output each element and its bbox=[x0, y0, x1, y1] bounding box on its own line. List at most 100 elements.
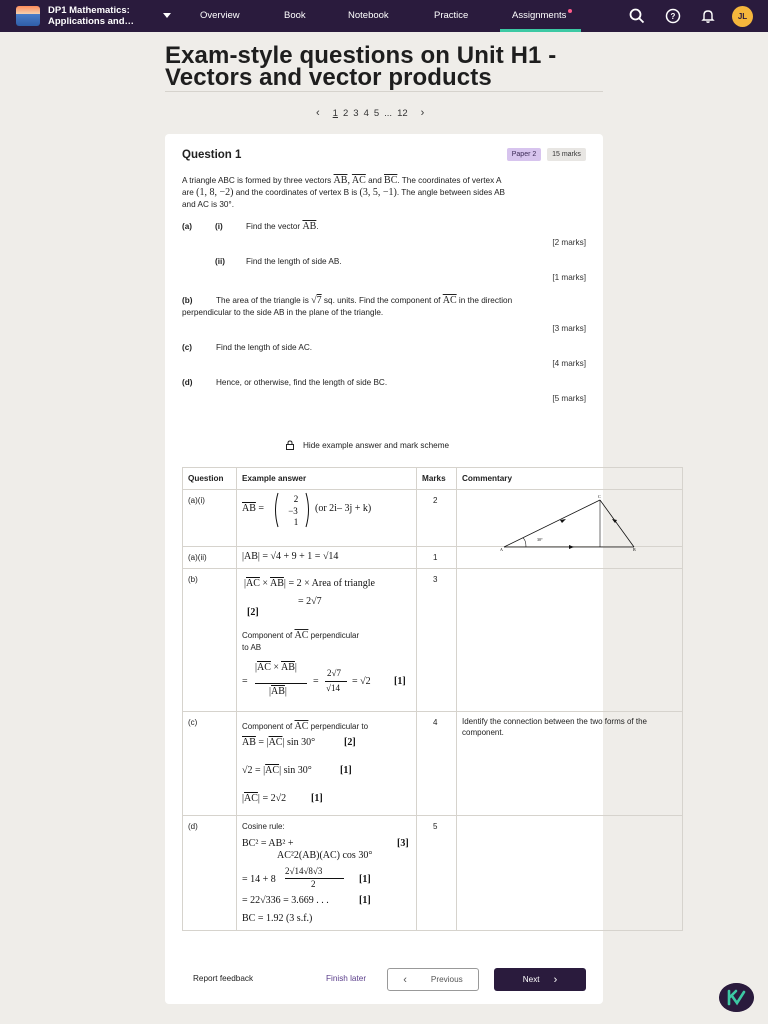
question-intro-line1: A triangle ABC is formed by three vector… bbox=[182, 175, 502, 186]
paper-badge: Paper 2 bbox=[507, 148, 541, 161]
question-intro-line3: and AC is 30°. bbox=[182, 200, 234, 209]
answer-c-mark2: [1] bbox=[340, 765, 352, 776]
nav-overview[interactable]: Overview bbox=[200, 10, 240, 21]
marks-badge: 15 marks bbox=[547, 148, 586, 161]
answer-b-mark1: [2] bbox=[247, 607, 259, 618]
page-link[interactable]: 12 bbox=[397, 108, 408, 119]
answer-d-mark1: [3] bbox=[397, 838, 409, 849]
part-label-ii: (ii) bbox=[215, 257, 226, 266]
notification-dot bbox=[568, 9, 572, 13]
part-label-c: (c) bbox=[182, 343, 193, 352]
course-logo[interactable] bbox=[16, 6, 40, 26]
row-q-c: (c) bbox=[188, 718, 198, 727]
question-title: Question 1 bbox=[182, 149, 242, 161]
answer-b-line1: |AC × AB| = 2 × Area of triangle bbox=[244, 578, 375, 589]
commentary-c: Identify the connection between the two … bbox=[462, 717, 647, 737]
answer-b-frac-den: |AB| bbox=[269, 686, 287, 697]
lock-icon bbox=[286, 440, 294, 450]
nav-notebook[interactable]: Notebook bbox=[348, 10, 389, 21]
marks-c-cell: 4 bbox=[433, 718, 438, 727]
answer-c-mark1: [2] bbox=[344, 737, 356, 748]
marks-a-ii-cell: 1 bbox=[433, 553, 438, 562]
column-vector: 2 −3 1 bbox=[275, 492, 309, 528]
next-button[interactable]: Next › bbox=[494, 968, 586, 991]
hide-answer-toggle[interactable]: Hide example answer and mark scheme bbox=[285, 440, 449, 450]
marks-b-cell: 3 bbox=[433, 575, 438, 584]
chevron-right-icon[interactable]: › bbox=[421, 107, 425, 119]
assistant-fab-icon[interactable] bbox=[719, 983, 754, 1012]
angle-label: 30° bbox=[537, 537, 543, 542]
answer-a-i: AB = bbox=[242, 503, 265, 514]
page-link-current[interactable]: 1 bbox=[333, 108, 338, 119]
previous-label: Previous bbox=[430, 975, 463, 984]
answer-b-eq-start: = bbox=[242, 676, 248, 687]
header-answer: Example answer bbox=[242, 474, 307, 483]
pagination: ‹ 1 2 3 4 5 ... 12 › bbox=[316, 106, 429, 120]
avatar[interactable]: JL bbox=[732, 6, 753, 27]
svg-text:1: 1 bbox=[294, 517, 299, 527]
answer-b-result: = √2 bbox=[352, 676, 371, 687]
answer-c-line1: AB = |AC| sin 30° bbox=[242, 737, 316, 748]
vertex-b-label: B bbox=[633, 547, 636, 552]
answer-d-mark2: [1] bbox=[359, 874, 371, 885]
answer-b-mark2: [1] bbox=[394, 676, 406, 687]
marks-b: [3 marks] bbox=[552, 324, 586, 333]
page-link[interactable]: 3 bbox=[353, 108, 358, 119]
part-d-text: Hence, or otherwise, find the length of … bbox=[216, 378, 388, 387]
page-link[interactable]: 5 bbox=[374, 108, 379, 119]
answer-d-line5: BC = 1.92 (3 s.f.) bbox=[242, 913, 313, 924]
answer-d-line3: = 14 + 8 bbox=[242, 874, 276, 885]
header-question: Question bbox=[188, 474, 224, 483]
answer-d-frac-num: 2√14√8√3 bbox=[285, 866, 323, 876]
report-feedback-link[interactable]: Report feedback bbox=[193, 974, 253, 983]
vertex-a-label: A bbox=[500, 547, 503, 552]
answer-c-line2: √2 = |AC| sin 30° bbox=[242, 765, 312, 776]
help-icon[interactable]: ? bbox=[665, 8, 681, 24]
title-divider bbox=[165, 91, 603, 92]
part-label-i: (i) bbox=[215, 222, 223, 231]
answer-b-line2: = 2√7 bbox=[298, 596, 322, 607]
marks-d-cell: 5 bbox=[433, 822, 438, 831]
answer-d-line4: = 22√336 = 3.669 . . . bbox=[242, 895, 329, 906]
answer-d-line2: AC²2(AB)(AC) cos 30° bbox=[277, 850, 373, 861]
header-marks: Marks bbox=[422, 474, 446, 483]
part-b-text-line2: perpendicular to the side AB in the plan… bbox=[182, 308, 384, 317]
bell-icon[interactable] bbox=[700, 8, 716, 24]
answer-c-mark3: [1] bbox=[311, 793, 323, 804]
part-a-ii-text: Find the length of side AB. bbox=[246, 257, 342, 266]
marks-a-i: [2 marks] bbox=[552, 238, 586, 247]
answer-b-frac2-num: 2√7 bbox=[327, 668, 341, 678]
course-title[interactable]: DP1 Mathematics: Applications and… bbox=[48, 5, 148, 27]
next-label: Next bbox=[522, 975, 540, 984]
page-ellipsis: ... bbox=[384, 107, 393, 119]
part-b-text-line1: The area of the triangle is √7 sq. units… bbox=[216, 295, 513, 306]
page-title: Exam-style questions on Unit H1 - Vector… bbox=[165, 42, 557, 91]
answer-c-text: Component of AC perpendicular to bbox=[242, 721, 369, 732]
page-link[interactable]: 2 bbox=[343, 108, 348, 119]
part-label-d: (d) bbox=[182, 378, 193, 387]
marks-c: [4 marks] bbox=[552, 359, 586, 368]
answer-b-frac2-den: √14 bbox=[326, 683, 340, 693]
page-link[interactable]: 4 bbox=[364, 108, 369, 119]
part-a-i-text: Find the vector AB. bbox=[246, 221, 319, 232]
nav-practice[interactable]: Practice bbox=[434, 10, 468, 21]
nav-book[interactable]: Book bbox=[284, 10, 306, 21]
search-icon[interactable] bbox=[629, 8, 645, 24]
question-intro-line2: are (1, 8, −2) and the coordinates of ve… bbox=[182, 187, 506, 198]
chevron-down-icon[interactable] bbox=[163, 13, 171, 18]
answer-c-line3: |AC| = 2√2 bbox=[242, 793, 287, 804]
answer-a-i-alt: (or 2i– 3j + k) bbox=[315, 503, 372, 514]
nav-assignments[interactable]: Assignments bbox=[512, 10, 566, 21]
marks-a-ii: [1 marks] bbox=[552, 273, 586, 282]
finish-later-link[interactable]: Finish later bbox=[326, 974, 366, 983]
vertex-c-label: C bbox=[598, 494, 601, 499]
part-c-text: Find the length of side AC. bbox=[216, 343, 313, 352]
svg-text:−3: −3 bbox=[288, 506, 298, 516]
answer-d-line1: BC² = AB² + bbox=[242, 838, 294, 849]
answer-a-ii: |AB| = √4 + 9 + 1 = √14 bbox=[242, 551, 339, 562]
chevron-left-icon[interactable]: ‹ bbox=[316, 107, 320, 119]
answer-d-mark3: [1] bbox=[359, 895, 371, 906]
previous-button[interactable]: ‹ Previous bbox=[387, 968, 479, 991]
answer-b-text2: to AB bbox=[242, 643, 262, 652]
chevron-right-icon: › bbox=[553, 973, 558, 986]
